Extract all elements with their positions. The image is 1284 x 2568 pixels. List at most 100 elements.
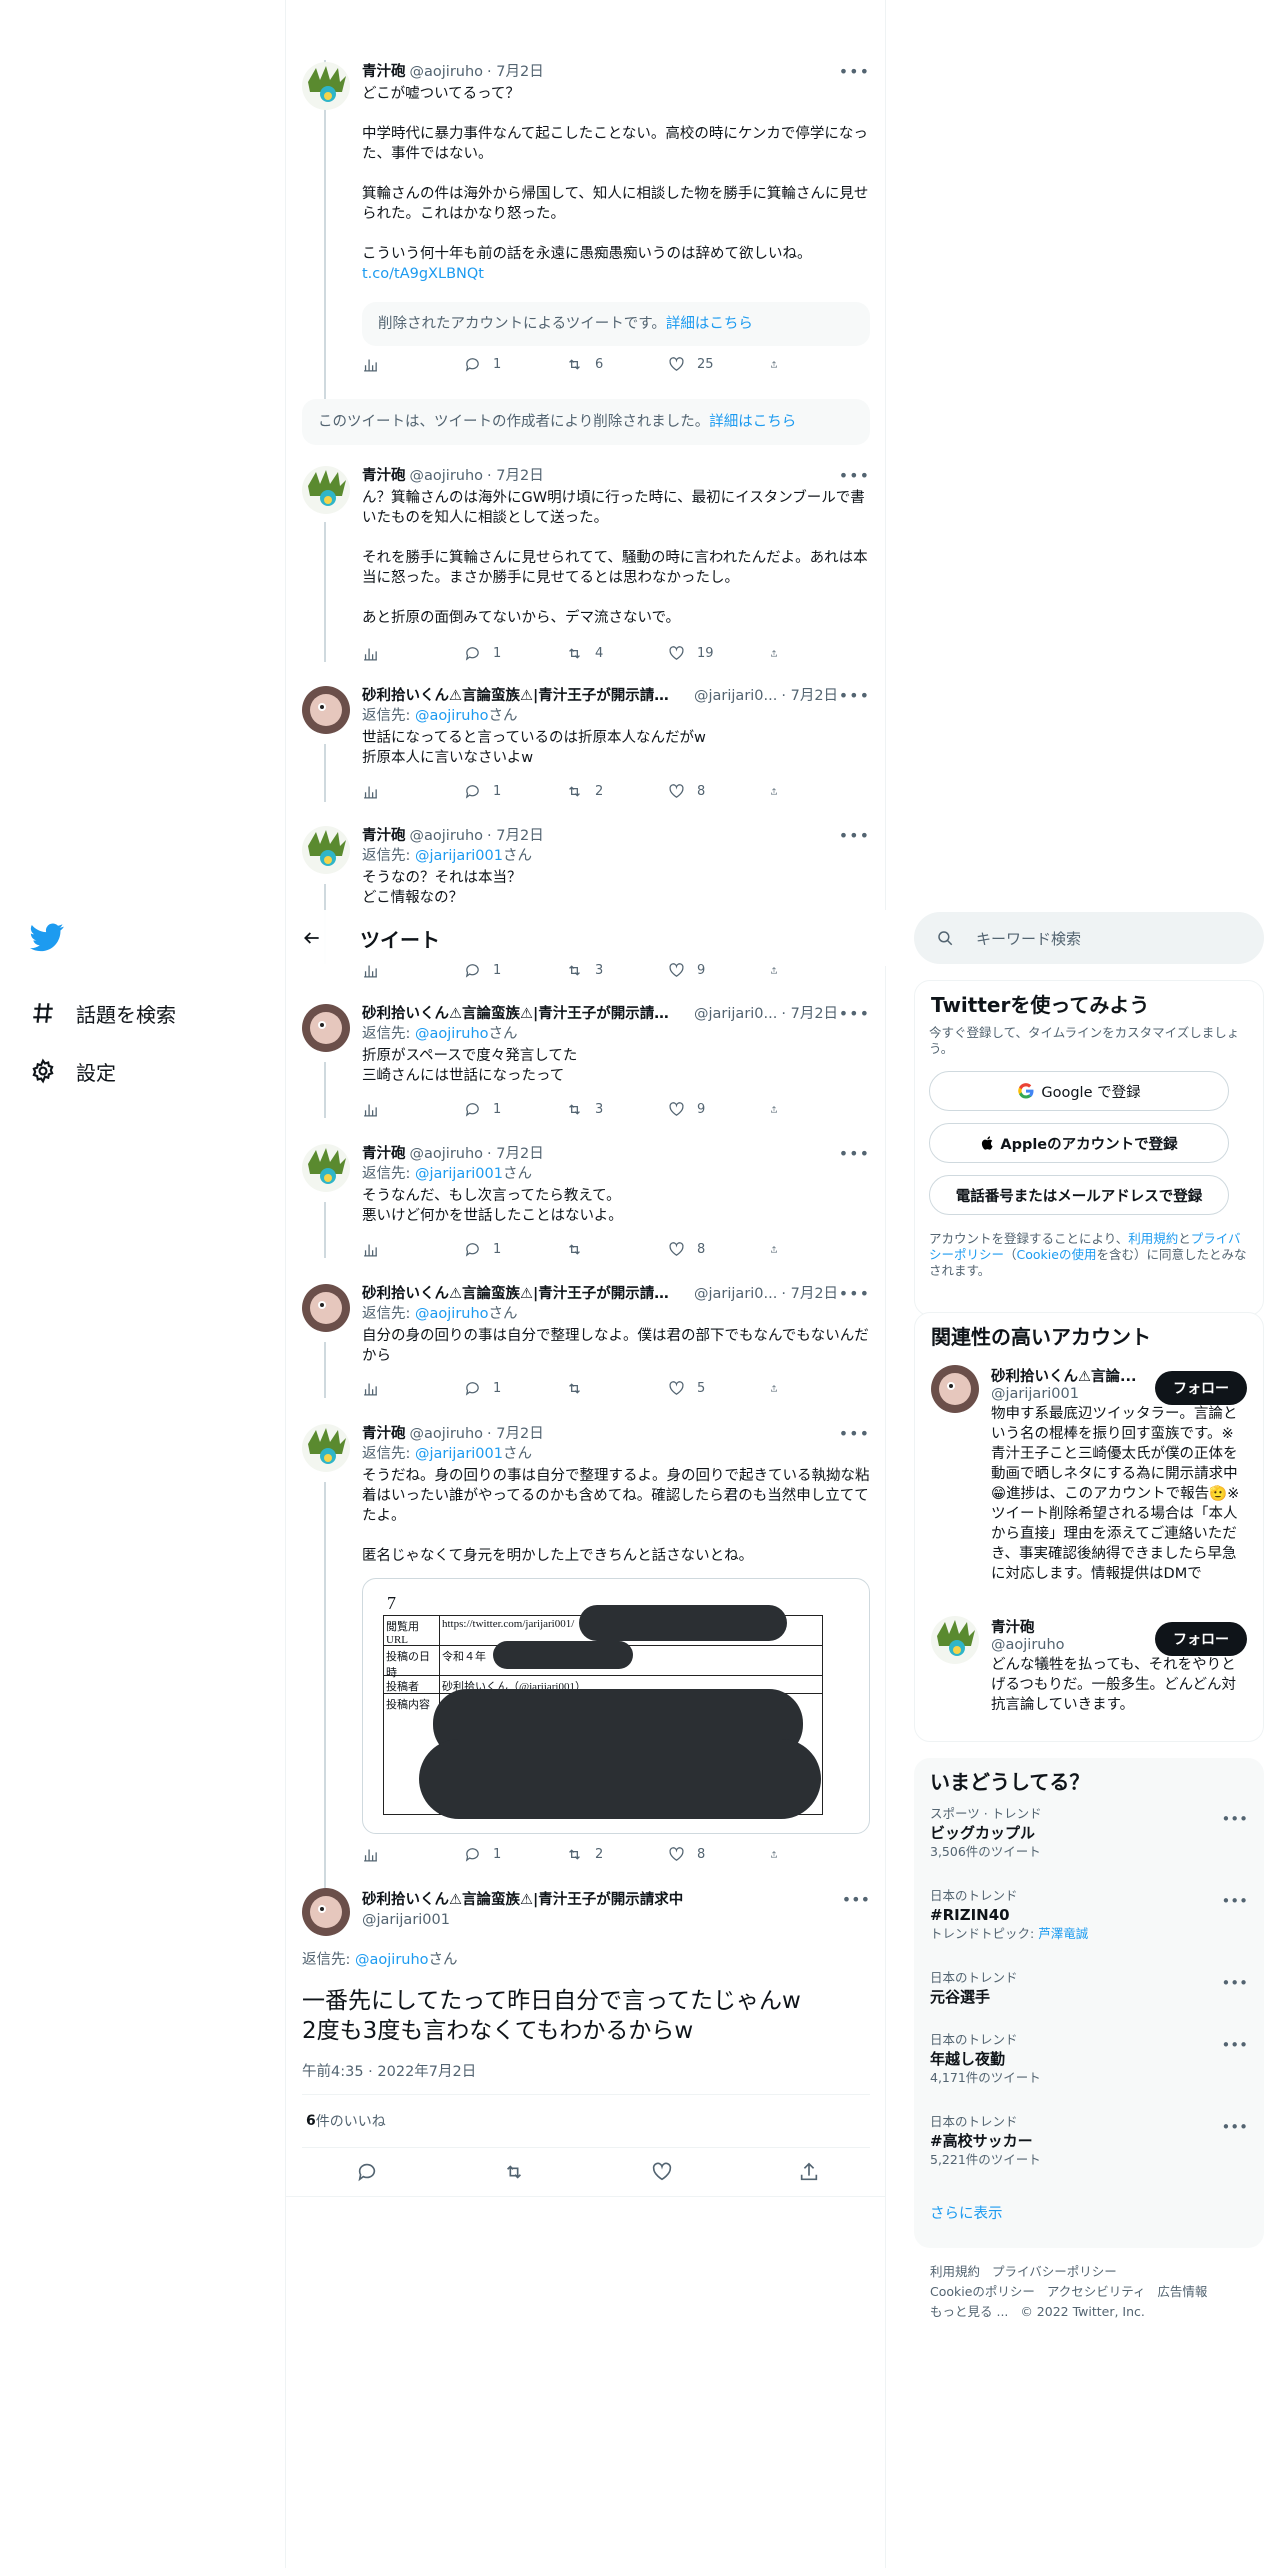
tweet-date[interactable]: · 7月2日 [487, 826, 544, 846]
trend-item[interactable]: 日本のトレンド 年越し夜勤 4,171件のツイート ••• [914, 2032, 1264, 2114]
like-button[interactable]: 25 [668, 356, 758, 373]
trend-item[interactable]: 日本のトレンド #高校サッカー 5,221件のツイート ••• [914, 2114, 1264, 2196]
tweet-image[interactable]: 7 閲覧用URL https://twitter.com/jarijari001/… [362, 1578, 870, 1834]
google-signup-button[interactable]: Google で登録 [929, 1071, 1229, 1111]
footer-link[interactable]: 利用規約 [930, 2264, 980, 2279]
back-arrow-icon[interactable] [302, 928, 322, 948]
retweet-icon[interactable] [503, 2161, 525, 2183]
account-card[interactable]: 青汁砲 @aojiruho フォロー どんな犠牲を払っても、それをやりとげるつも… [915, 1616, 1263, 1715]
nav-explore[interactable]: 話題を検索 [30, 984, 270, 1042]
retweet-button[interactable]: 2 [566, 783, 656, 800]
analytics-button[interactable] [362, 1846, 452, 1863]
apple-signup-button[interactable]: Appleのアカウントで登録 [929, 1123, 1229, 1163]
reply-button[interactable]: 1 [464, 962, 554, 979]
trend-item[interactable]: 日本のトレンド 元谷選手 ••• [914, 1970, 1264, 2032]
share-button[interactable] [770, 1846, 790, 1863]
author-handle[interactable]: @aojiruho [410, 1424, 484, 1444]
author-handle[interactable]: @aojiruho [410, 826, 484, 846]
nav-settings[interactable]: 設定 [30, 1042, 270, 1100]
retweet-button[interactable]: 3 [566, 1101, 656, 1118]
tweet-timestamp[interactable]: 午前4:35 · 2022年7月2日 [302, 2060, 870, 2081]
follow-button[interactable]: フォロー [1155, 1371, 1247, 1405]
more-icon[interactable]: ••• [839, 62, 870, 82]
retweet-button[interactable]: 4 [566, 645, 656, 662]
reply-button[interactable]: 1 [464, 783, 554, 800]
author-handle[interactable]: @jarijari0... [694, 1284, 777, 1304]
reply-to-link[interactable]: @jarijari001 [415, 1166, 503, 1182]
avatar[interactable] [302, 1424, 350, 1472]
footer-link[interactable]: アクセシビリティ [1047, 2284, 1146, 2299]
footer-link[interactable]: プライバシーポリシー [992, 2264, 1117, 2279]
author-name[interactable]: 青汁砲 [362, 1144, 406, 1164]
reply-icon[interactable] [356, 2161, 378, 2183]
retweet-button[interactable] [566, 1241, 656, 1258]
author-name[interactable]: 青汁砲 [362, 62, 406, 82]
retweet-button[interactable] [566, 1380, 656, 1397]
search-box[interactable]: キーワード検索 [914, 912, 1264, 964]
retweet-button[interactable]: 3 [566, 962, 656, 979]
reply-button[interactable]: 1 [464, 1101, 554, 1118]
avatar[interactable] [931, 1365, 979, 1413]
tweet-date[interactable]: · 7月2日 [781, 1284, 838, 1304]
analytics-button[interactable] [362, 1380, 452, 1397]
more-icon[interactable]: ••• [1221, 1810, 1248, 1828]
analytics-button[interactable] [362, 783, 452, 800]
analytics-button[interactable] [362, 645, 452, 662]
more-icon[interactable]: ••• [839, 1004, 870, 1024]
cookie-link[interactable]: Cookieの使用 [1017, 1247, 1097, 1262]
avatar[interactable] [302, 1284, 350, 1332]
more-icon[interactable]: ••• [1221, 1974, 1248, 1992]
reply-to-link[interactable]: @aojiruho [355, 1952, 429, 1968]
phone-email-signup-button[interactable]: 電話番号またはメールアドレスで登録 [929, 1175, 1229, 1215]
avatar[interactable] [302, 1144, 350, 1192]
account-card[interactable]: 砂利拾いくん⚠言論... @jarijari001 フォロー 物申す系最底辺ツイ… [915, 1365, 1263, 1604]
author-name[interactable]: 青汁砲 [362, 1424, 406, 1444]
more-icon[interactable]: ••• [839, 1424, 870, 1444]
heart-icon[interactable] [651, 2161, 673, 2183]
avatar[interactable] [302, 62, 350, 110]
avatar[interactable] [302, 1004, 350, 1052]
more-icon[interactable]: ••• [842, 1890, 870, 1909]
like-button[interactable]: 19 [668, 645, 758, 662]
reply-to-link[interactable]: @jarijari001 [415, 848, 503, 864]
like-button[interactable]: 9 [668, 1101, 758, 1118]
tweet-date[interactable]: · 7月2日 [781, 686, 838, 706]
more-icon[interactable]: ••• [1221, 2118, 1248, 2136]
terms-link[interactable]: 利用規約 [1128, 1231, 1178, 1246]
avatar[interactable] [931, 1616, 979, 1664]
like-button[interactable]: 8 [668, 1241, 758, 1258]
footer-link[interactable]: 広告情報 [1157, 2284, 1207, 2299]
analytics-button[interactable] [362, 962, 452, 979]
learn-more-link[interactable]: 詳細はこちら [666, 316, 753, 332]
author-handle[interactable]: @aojiruho [410, 1144, 484, 1164]
author-handle[interactable]: @jarijari0... [694, 1004, 777, 1024]
footer-link[interactable]: もっと見る ... [930, 2304, 1008, 2319]
learn-more-link[interactable]: 詳細はこちら [709, 414, 796, 430]
tweet-date[interactable]: · 7月2日 [781, 1004, 838, 1024]
reply-button[interactable]: 1 [464, 356, 554, 373]
tweet-date[interactable]: · 7月2日 [487, 1424, 544, 1444]
retweet-button[interactable]: 2 [566, 1846, 656, 1863]
reply-button[interactable]: 1 [464, 645, 554, 662]
reply-to-link[interactable]: @aojiruho [415, 1306, 489, 1322]
like-button[interactable]: 9 [668, 962, 758, 979]
more-icon[interactable]: ••• [839, 686, 870, 706]
author-handle[interactable]: @jarijari001 [362, 1910, 870, 1930]
avatar[interactable] [302, 466, 350, 514]
reply-to-link[interactable]: @aojiruho [415, 1026, 489, 1042]
tweet-date[interactable]: · 7月2日 [487, 466, 544, 486]
topic-link[interactable]: 芦澤竜誠 [1038, 1926, 1088, 1941]
author-name[interactable]: 青汁砲 [362, 466, 406, 486]
avatar[interactable] [302, 1888, 350, 1936]
trend-item[interactable]: 日本のトレンド #RIZIN40 トレンドトピック: 芦澤竜誠 ••• [914, 1888, 1264, 1970]
share-button[interactable] [770, 783, 790, 800]
more-icon[interactable]: ••• [839, 466, 870, 486]
show-more-link[interactable]: さらに表示 [914, 2196, 1264, 2229]
reply-button[interactable]: 1 [464, 1846, 554, 1863]
avatar[interactable] [302, 686, 350, 734]
like-button[interactable]: 8 [668, 783, 758, 800]
like-button[interactable]: 5 [668, 1380, 758, 1397]
author-name[interactable]: 砂利拾いくん⚠言論蛮族⚠|青汁王子が開示請求中 [362, 1284, 682, 1304]
more-icon[interactable]: ••• [1221, 2036, 1248, 2054]
analytics-button[interactable] [362, 1101, 452, 1118]
